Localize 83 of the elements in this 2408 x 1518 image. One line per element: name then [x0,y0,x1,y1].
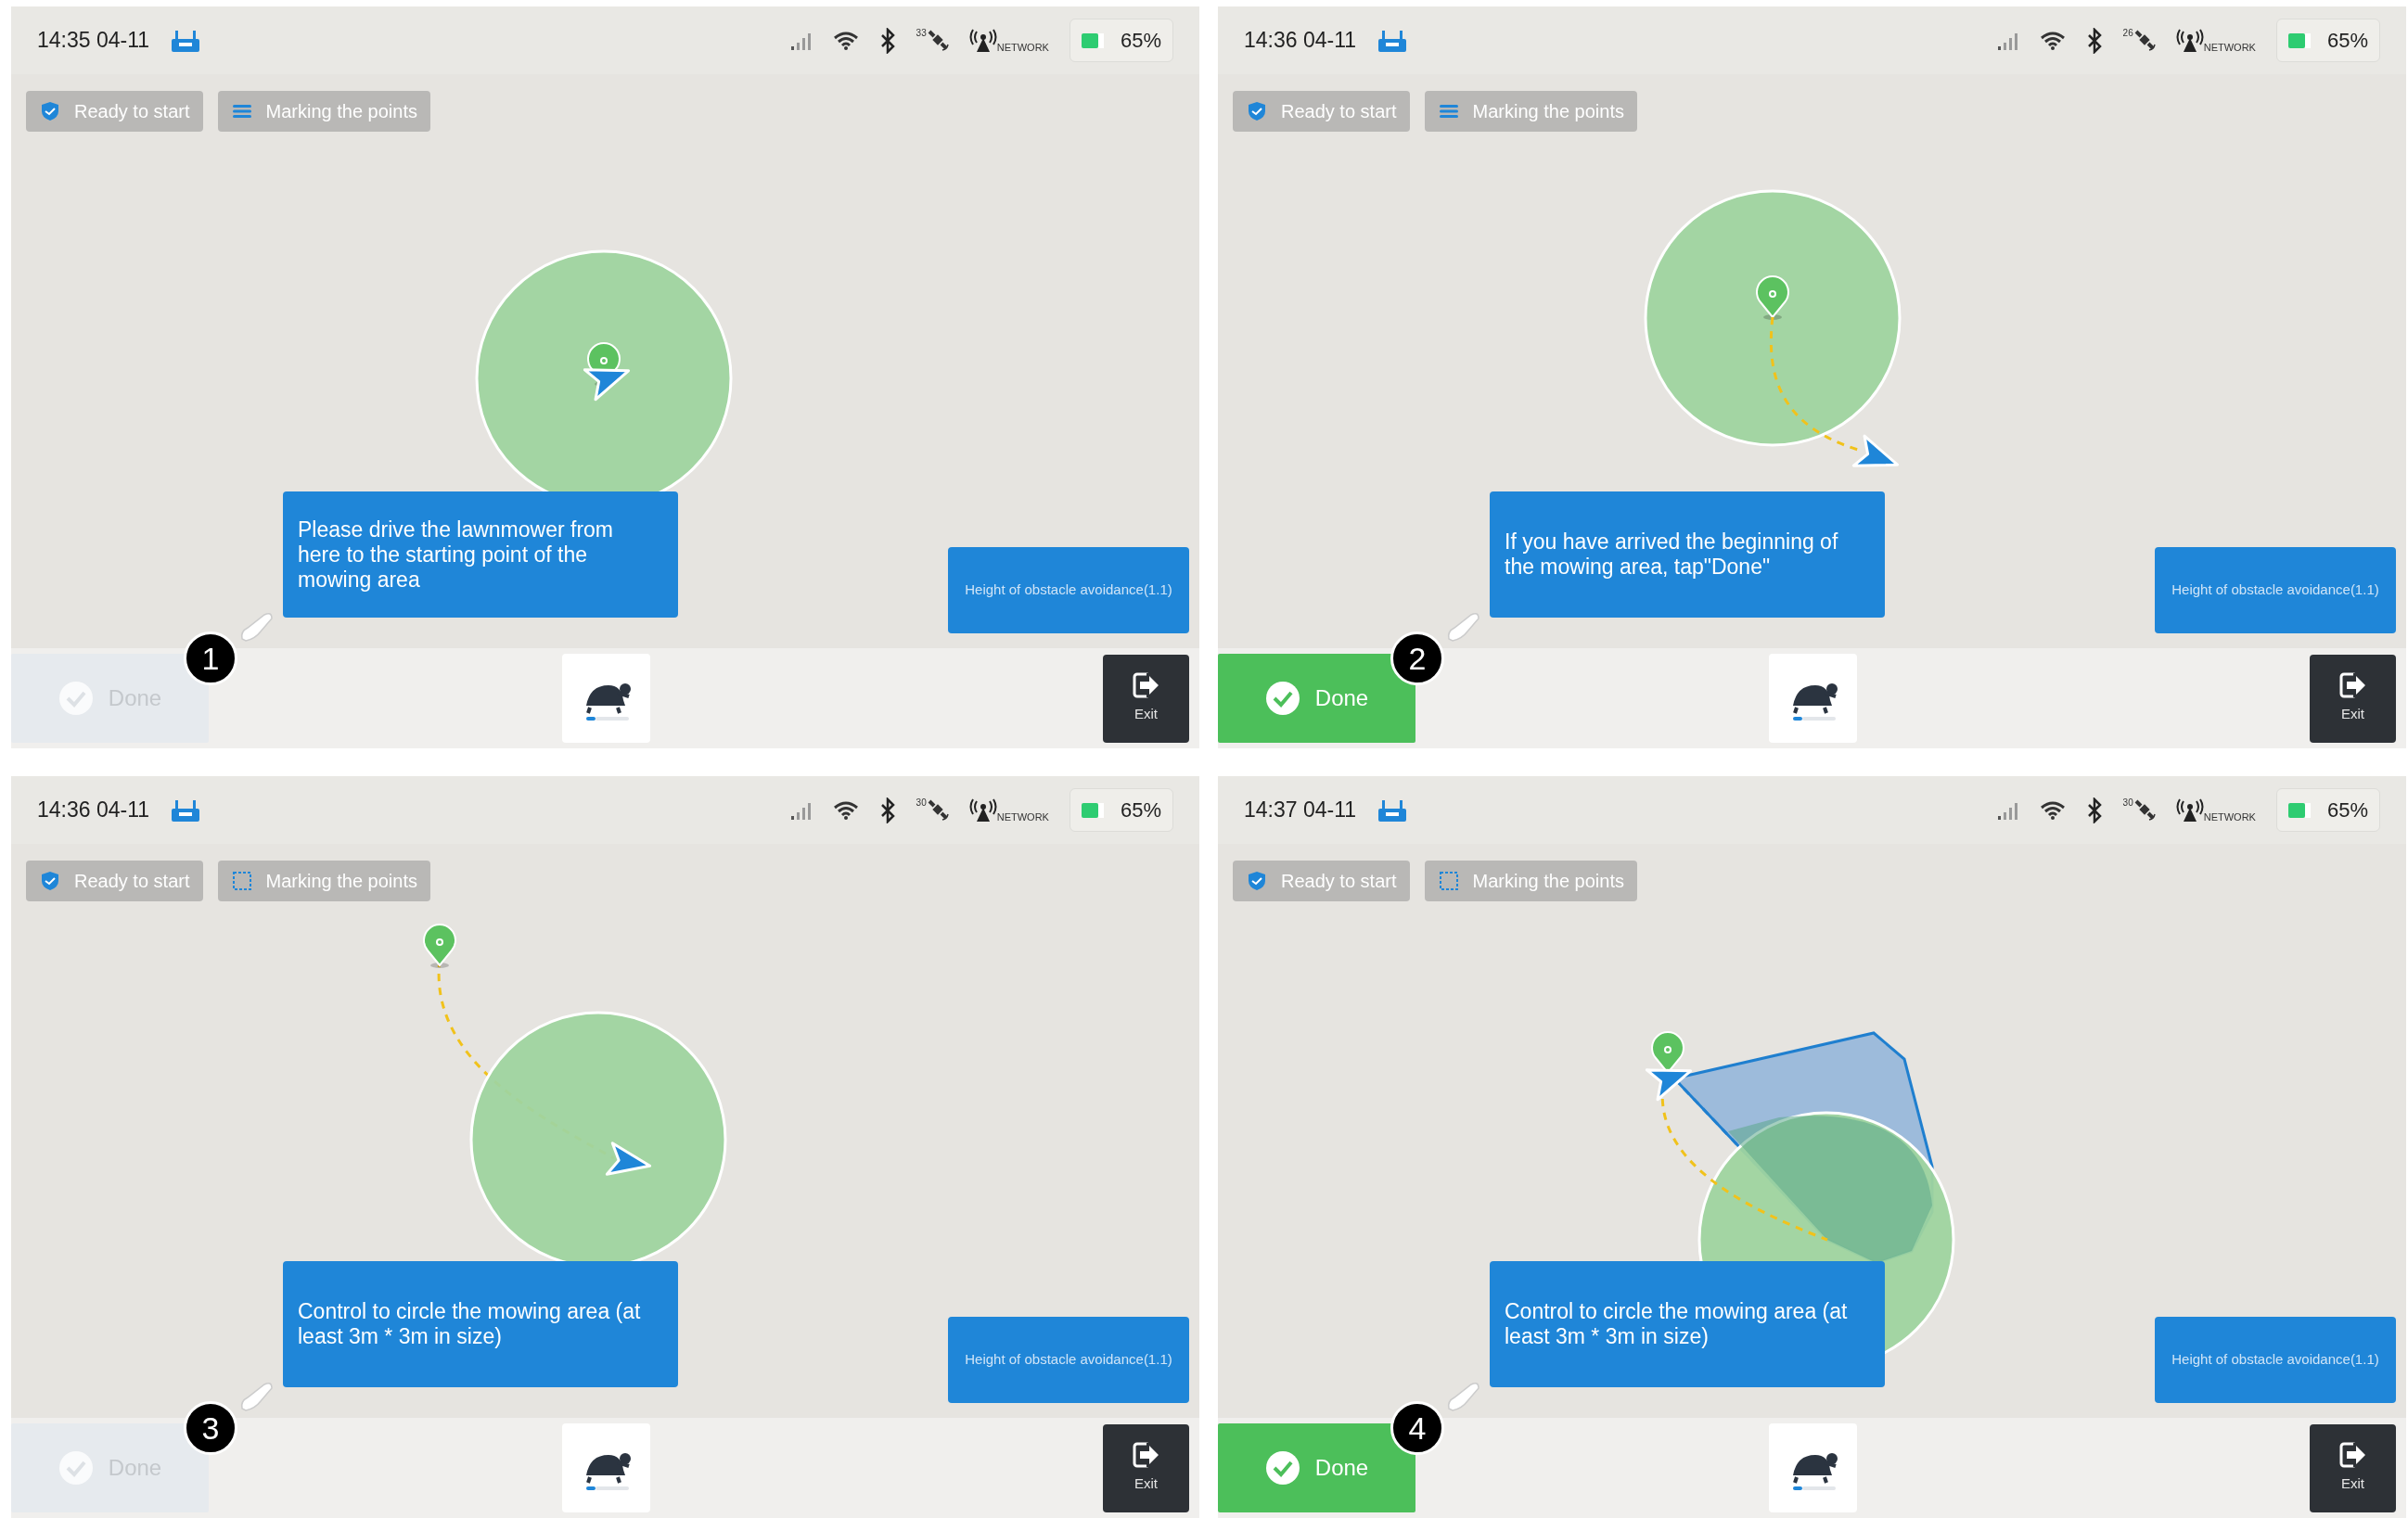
chip-label: Marking the points [1472,100,1624,123]
exit-icon [1132,1441,1160,1468]
instruction-text: Control to circle the mowing area (at least 3m * 3m in size) [298,1299,642,1349]
satellite-icon [2133,28,2156,53]
network-label: NETWORK [2203,811,2256,823]
antenna-icon [2175,28,2204,53]
bluetooth-icon [2085,797,2103,823]
wifi-icon [832,30,859,51]
instruction-text: Please drive the lawnmower from here to the starting point of the mowing area [298,517,615,593]
location-pin-icon [1756,275,1789,320]
chip-label: Ready to start [1281,100,1397,123]
satellite-count: 30 [2122,797,2133,808]
obstacle-height-button[interactable]: Height of obstacle avoidance(1.1) [948,547,1189,633]
step-number-badge: 3 [184,1401,237,1455]
mower-arrow-icon [583,368,631,402]
shield-check-icon [1246,870,1268,892]
exit-icon [1132,671,1160,698]
shield-check-icon [1246,100,1268,122]
wifi-icon [2039,799,2066,821]
battery-icon [1081,32,1106,48]
speed-button[interactable] [562,654,650,743]
bluetooth-icon [2085,27,2103,54]
exit-icon [2338,1441,2367,1468]
bluetooth-icon [878,27,896,54]
step-number-badge: 1 [184,631,237,685]
chip-label: Ready to start [74,870,190,893]
antenna-icon [2175,797,2204,823]
obstacle-height-button[interactable]: Height of obstacle avoidance(1.1) [2155,547,2396,633]
instruction-text: If you have arrived the beginning of the mowing area, tap"Done" [1505,529,1839,580]
mower-arrow-icon [605,1142,652,1176]
battery-icon [2287,802,2312,818]
chip-label: Ready to start [74,100,190,123]
check-icon [58,1450,94,1486]
wifi-icon [832,799,859,821]
network-label: NETWORK [2203,42,2256,53]
chip-label: Marking the points [1472,870,1624,893]
exit-button[interactable]: Exit [1103,654,1189,743]
instruction-text: Control to circle the mowing area (at least 3m * 3m in size) [1505,1299,1849,1349]
clock-time: 14:36 04-11 [1244,27,1357,55]
speed-button[interactable] [1769,654,1857,743]
chip-label: Marking the points [265,100,417,123]
location-pin-icon [423,924,456,968]
mower-arrow-icon [1851,434,1900,467]
satellite-icon [926,28,949,53]
battery-percent: 65% [2326,28,2368,54]
wifi-icon [2039,30,2066,51]
battery-icon [1081,802,1106,818]
satellite-icon [2133,797,2156,823]
shield-check-icon [39,870,61,892]
satellite-count: 26 [2122,28,2133,38]
clock-time: 14:35 04-11 [37,27,150,55]
dotted-square-icon [1437,870,1460,892]
check-icon [1264,1450,1300,1486]
obstacle-height-button[interactable]: Height of obstacle avoidance(1.1) [948,1317,1189,1403]
satellite-count: 33 [916,28,927,38]
clock-time: 14:37 04-11 [1244,797,1357,824]
exit-button[interactable]: Exit [1103,1423,1189,1512]
check-icon [1264,681,1300,716]
exit-icon [2338,671,2367,698]
chip-label: Marking the points [265,870,417,893]
satellite-icon [926,797,949,823]
speed-button[interactable] [1769,1423,1857,1512]
bluetooth-icon [878,797,896,823]
chip-label: Ready to start [1281,870,1397,893]
network-label: NETWORK [996,42,1049,53]
antenna-icon [968,28,997,53]
step-number-badge: 4 [1390,1401,1444,1455]
check-icon [58,681,94,716]
exit-button[interactable]: Exit [2310,654,2396,743]
battery-icon [2287,32,2312,48]
exit-button[interactable]: Exit [2310,1423,2396,1512]
dotted-square-icon [230,870,253,892]
antenna-icon [968,797,997,823]
obstacle-height-button[interactable]: Height of obstacle avoidance(1.1) [2155,1317,2396,1403]
battery-percent: 65% [1120,28,1161,54]
speed-button[interactable] [562,1423,650,1512]
satellite-count: 30 [916,797,927,808]
shield-check-icon [39,100,61,122]
clock-time: 14:36 04-11 [37,797,150,824]
battery-percent: 65% [1120,797,1161,823]
network-label: NETWORK [996,811,1049,823]
step-number-badge: 2 [1390,631,1444,685]
battery-percent: 65% [2326,797,2368,823]
